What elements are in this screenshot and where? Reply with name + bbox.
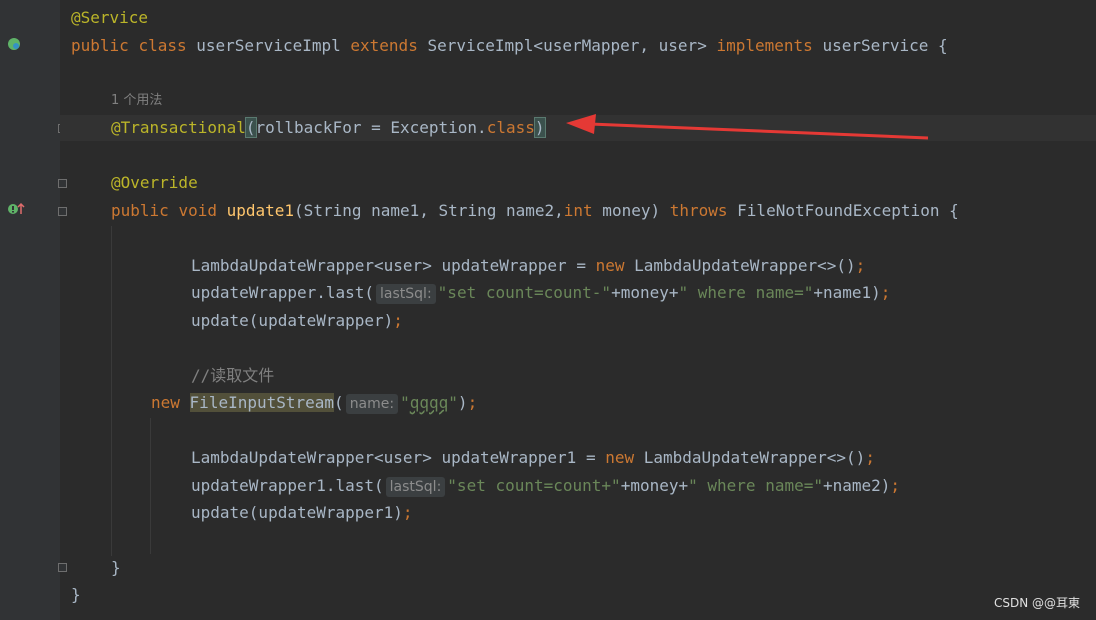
code-editor[interactable]: @Service public class userServiceImpl ex… [0,0,1096,620]
red-arrow-annotation [566,114,929,140]
watermark: CSDN @@耳東 [993,596,1080,610]
